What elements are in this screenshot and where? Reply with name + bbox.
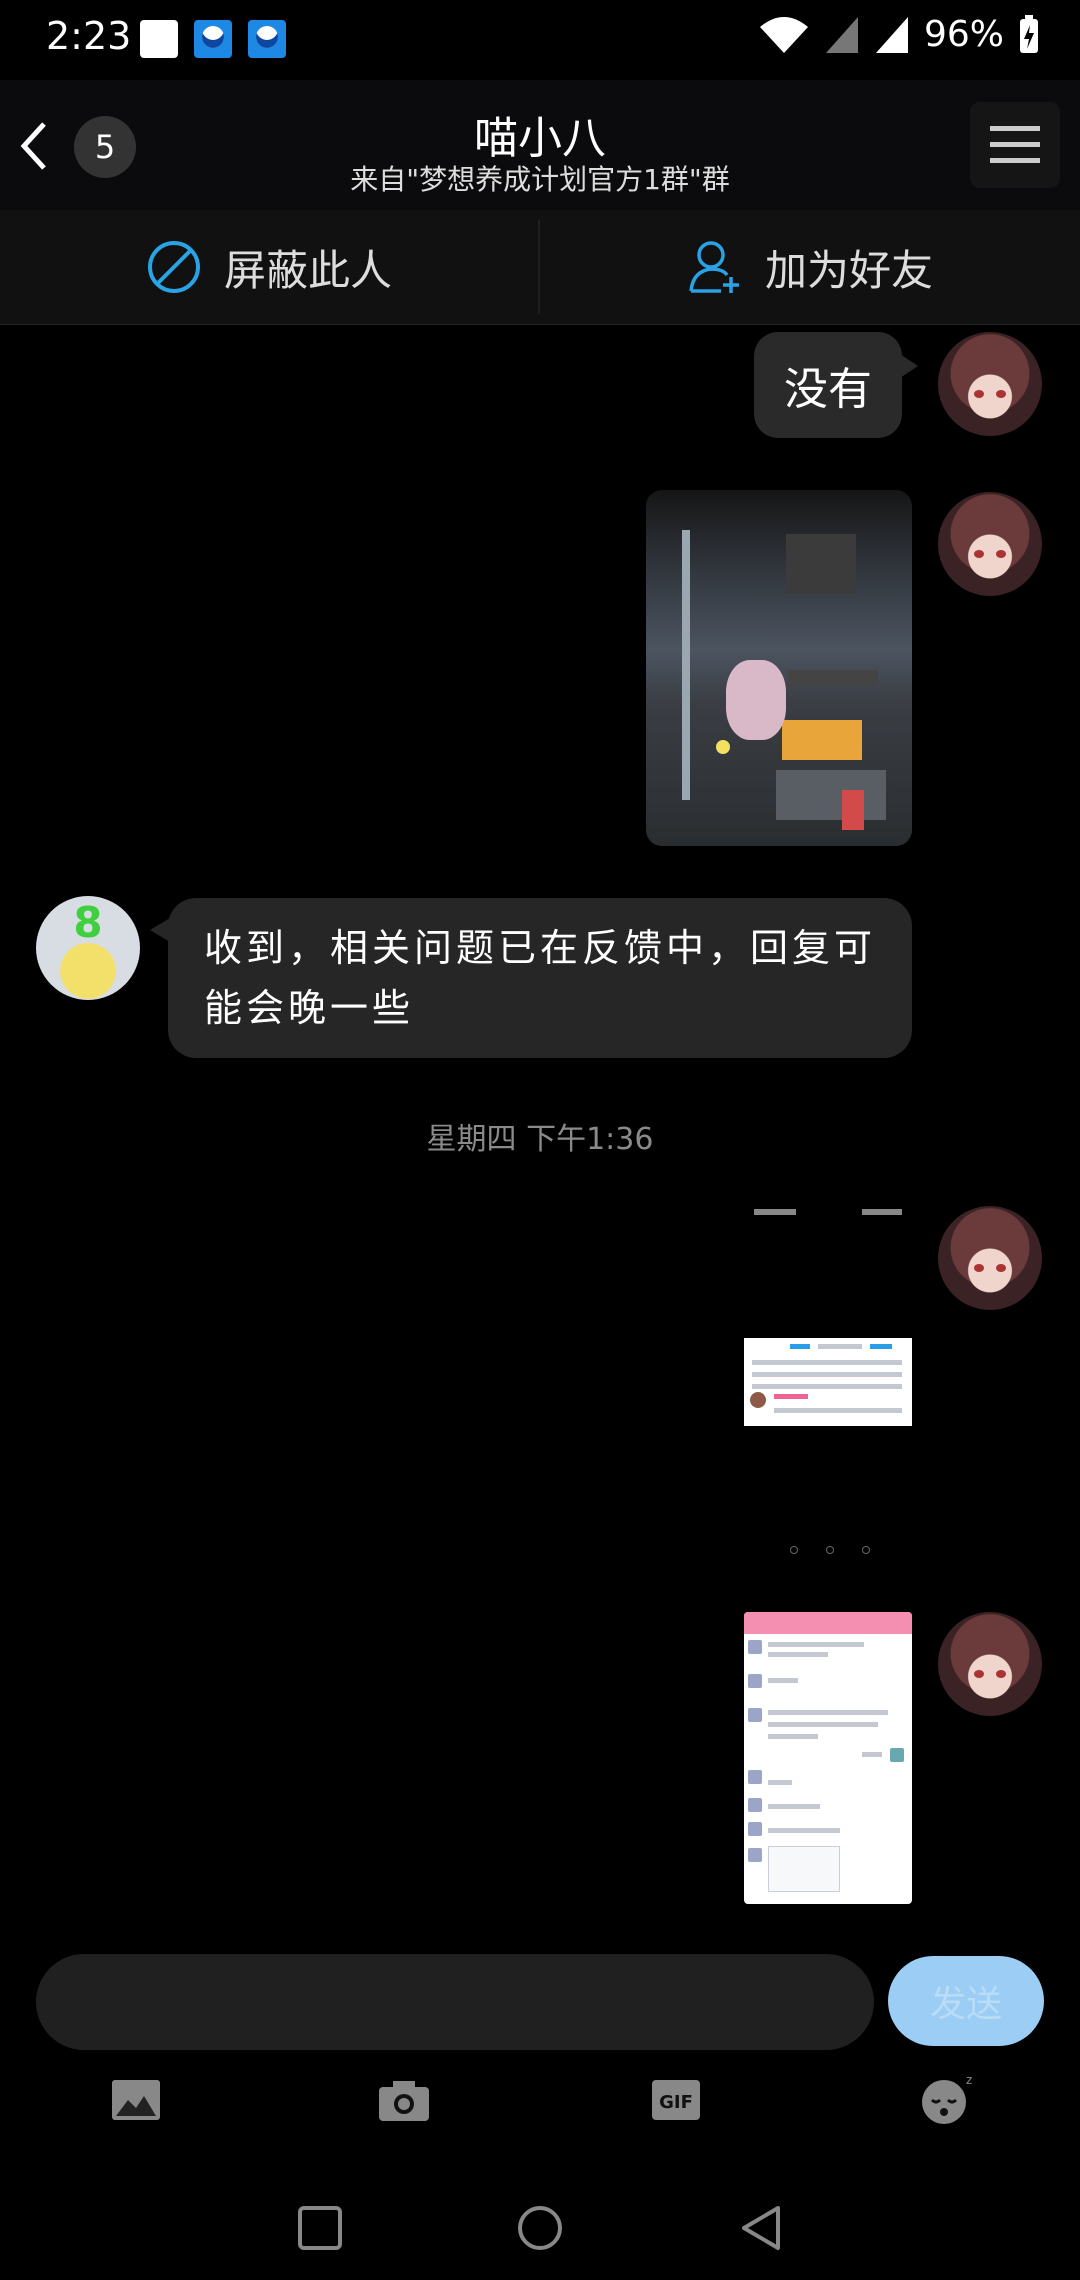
add-friend-label: 加为好友 — [764, 245, 933, 295]
menu-icon — [990, 126, 1040, 163]
circle-icon — [518, 2206, 562, 2250]
chat-header: 5 喵小八 来自"梦想养成计划官方1群"群 — [0, 80, 1080, 210]
image-detail — [716, 740, 730, 754]
image-message[interactable] — [744, 1206, 912, 1562]
image-detail — [862, 1752, 882, 1757]
home-button[interactable] — [512, 2200, 568, 2256]
image-picker-button[interactable] — [108, 2072, 164, 2128]
avatar-graphic: 8 — [73, 898, 103, 947]
image-detail — [748, 1822, 762, 1836]
svg-text:GIF: GIF — [659, 2092, 693, 2113]
image-detail — [862, 1546, 870, 1554]
image-detail — [768, 1722, 878, 1727]
gif-button[interactable]: GIF — [648, 2072, 704, 2128]
image-detail — [890, 1748, 904, 1762]
signal-icon — [875, 16, 908, 53]
send-button[interactable]: 发送 — [888, 1956, 1044, 2046]
image-detail — [768, 1780, 792, 1785]
image-message[interactable] — [744, 1612, 912, 1904]
notification-icon — [140, 20, 178, 58]
sender-avatar[interactable]: 8 — [36, 896, 140, 1000]
message-bubble[interactable]: 收到，相关问题已在反馈中，回复可能会晚一些 — [150, 898, 912, 1058]
self-avatar[interactable] — [938, 492, 1042, 596]
signal-icon — [825, 16, 858, 53]
image-detail — [768, 1710, 888, 1715]
image-detail — [754, 1209, 796, 1215]
image-detail — [748, 1798, 762, 1812]
self-avatar[interactable] — [938, 1612, 1042, 1716]
image-detail — [682, 530, 690, 800]
triangle-back-icon — [742, 2206, 780, 2250]
self-avatar[interactable] — [938, 332, 1042, 436]
image-detail — [748, 1674, 762, 1688]
message-text: 收到，相关问题已在反馈中，回复可能会晚一些 — [204, 926, 877, 1030]
image-detail — [768, 1804, 820, 1809]
status-bar: 2:23 96% — [0, 0, 1080, 80]
image-detail — [748, 1848, 762, 1862]
image-detail — [768, 1828, 840, 1833]
camera-button[interactable] — [376, 2072, 432, 2128]
app-notification-icon — [248, 20, 286, 58]
image-detail — [768, 1846, 840, 1892]
image-detail — [788, 670, 878, 686]
image-detail — [768, 1652, 828, 1657]
message-text: 没有 — [784, 364, 872, 415]
battery-charging-icon — [1020, 14, 1038, 53]
system-navigation-bar — [0, 2180, 1080, 2280]
image-detail — [842, 790, 864, 830]
back-nav-button[interactable] — [734, 2200, 790, 2256]
block-user-button[interactable]: 屏蔽此人 — [0, 210, 538, 324]
battery-percent: 96% — [923, 14, 1004, 55]
status-icons: 96% — [758, 14, 1040, 55]
image-detail — [862, 1209, 902, 1215]
gif-icon: GIF — [652, 2080, 700, 2120]
chat-subtitle: 来自"梦想养成计划官方1群"群 — [350, 163, 730, 196]
recents-button[interactable] — [292, 2200, 348, 2256]
emoji-button[interactable]: z — [918, 2072, 974, 2128]
image-detail — [748, 1770, 762, 1784]
time-separator: 星期四 下午1:36 — [426, 1122, 654, 1157]
app-notification-icon — [194, 20, 232, 58]
sleepy-emoji-icon: z — [922, 2073, 972, 2124]
self-avatar[interactable] — [938, 1206, 1042, 1310]
image-detail — [748, 1708, 762, 1722]
block-user-label: 屏蔽此人 — [223, 245, 392, 295]
status-time: 2:23 — [46, 14, 132, 58]
image-detail — [776, 770, 886, 820]
add-friend-icon — [689, 241, 739, 293]
chat-title: 喵小八 — [474, 113, 606, 164]
image-detail — [744, 1338, 912, 1426]
message-input[interactable] — [36, 1954, 874, 2050]
image-detail — [790, 1546, 798, 1554]
image-detail — [768, 1642, 864, 1647]
image-detail — [786, 534, 856, 594]
image-message[interactable] — [646, 490, 912, 846]
menu-button[interactable] — [970, 102, 1060, 188]
image-detail — [768, 1678, 798, 1683]
block-icon — [147, 241, 200, 293]
image-detail — [744, 1612, 912, 1634]
image-detail — [768, 1734, 818, 1739]
wifi-icon — [759, 16, 808, 53]
image-icon — [112, 2080, 160, 2120]
message-bubble[interactable]: 没有 — [754, 332, 918, 438]
image-detail — [748, 1640, 762, 1654]
camera-icon — [379, 2081, 429, 2121]
image-detail — [782, 720, 862, 760]
image-detail — [826, 1546, 834, 1554]
stranger-action-bar: 屏蔽此人 加为好友 — [0, 210, 1080, 325]
add-friend-button[interactable]: 加为好友 — [540, 210, 1080, 324]
chat-screen: 2:23 96% 5 喵小八 来自"梦想养成计划官方1群"群 屏蔽此人 加为好友… — [0, 0, 1080, 2280]
send-label: 发送 — [929, 1984, 1002, 2025]
image-detail — [726, 660, 786, 740]
square-icon — [298, 2206, 342, 2250]
svg-text:z: z — [966, 2073, 972, 2087]
